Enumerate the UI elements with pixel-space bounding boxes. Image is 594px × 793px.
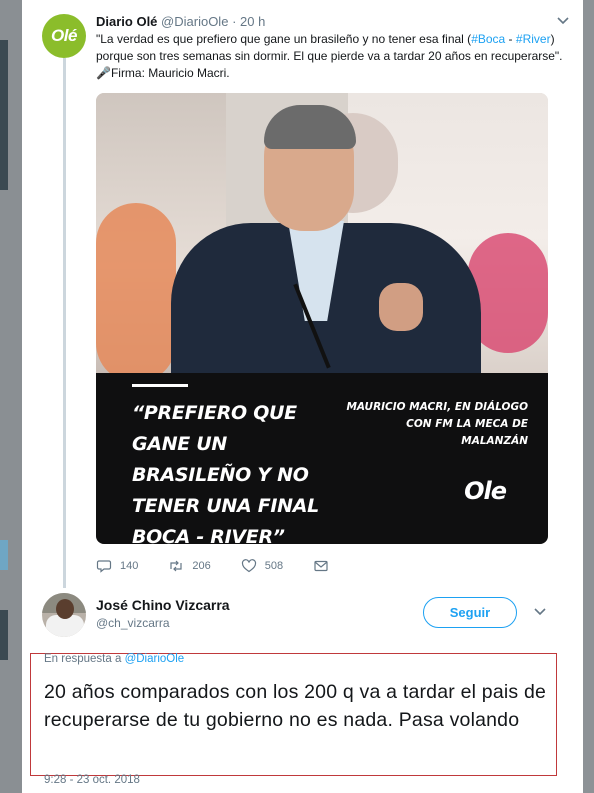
follow-button[interactable]: Seguir bbox=[423, 597, 517, 628]
tweet-actions: 140 206 508 bbox=[96, 557, 367, 575]
background-thumbnail bbox=[0, 610, 8, 660]
tweet-timestamp[interactable]: 9:28 - 23 oct. 2018 bbox=[44, 774, 140, 786]
avatar[interactable] bbox=[42, 593, 86, 637]
author-handle[interactable]: @ch_vizcarra bbox=[96, 616, 170, 630]
author-handle[interactable]: @DiarioOle bbox=[161, 14, 228, 29]
reply-count: 140 bbox=[120, 560, 139, 572]
image-credit: MAURICIO MACRI, EN DIÁLOGO CON FM LA MEC… bbox=[346, 401, 528, 447]
separator: · bbox=[232, 14, 237, 29]
tweet-modal: Olé Diario Olé @DiarioOle · 20 h "La ver… bbox=[22, 0, 583, 793]
tweet-header: Diario Olé @DiarioOle · 20 h bbox=[96, 14, 265, 29]
like-count: 508 bbox=[264, 560, 284, 572]
retweet-count: 206 bbox=[192, 560, 211, 572]
in-reply-prefix: En respuesta a bbox=[44, 653, 125, 665]
in-reply-handle-link[interactable]: @DiarioOle bbox=[125, 653, 185, 665]
ole-logo: Ole bbox=[464, 477, 507, 505]
hashtag-link[interactable]: #Boca bbox=[471, 32, 505, 46]
author-name[interactable]: Diario Olé bbox=[96, 14, 157, 29]
reply-icon bbox=[96, 560, 112, 573]
like-button[interactable]: 508 bbox=[241, 558, 283, 574]
quote-divider bbox=[132, 384, 188, 387]
hashtag-link[interactable]: #River bbox=[516, 32, 551, 46]
retweet-icon bbox=[170, 560, 182, 572]
in-reply-to: En respuesta a @DiarioOle bbox=[44, 653, 184, 665]
background-thumbnail bbox=[0, 540, 8, 570]
avatar-photo bbox=[56, 599, 74, 619]
tweet-text: "La verdad es que prefiero que gane un b… bbox=[96, 31, 566, 82]
heart-icon bbox=[241, 559, 256, 573]
chevron-down-icon[interactable] bbox=[534, 605, 546, 619]
tweet-time[interactable]: 20 h bbox=[240, 14, 265, 29]
reply-button[interactable]: 140 bbox=[96, 558, 138, 574]
avatar[interactable]: Olé bbox=[42, 14, 86, 58]
chevron-down-icon[interactable] bbox=[557, 14, 569, 28]
original-tweet[interactable]: Olé Diario Olé @DiarioOle · 20 h "La ver… bbox=[22, 0, 583, 590]
thread-line bbox=[63, 58, 66, 588]
background-thumbnail bbox=[0, 40, 8, 190]
reply-text: 20 años comparados con los 200 q va a ta… bbox=[44, 681, 547, 731]
photo-person-hair bbox=[264, 105, 356, 149]
retweet-button[interactable]: 206 bbox=[168, 558, 211, 574]
direct-message-button[interactable] bbox=[313, 558, 337, 574]
photo-person-hand bbox=[379, 283, 423, 331]
image-quote: “PREFIERO QUE GANE UN BRASILEÑO Y NO TEN… bbox=[132, 402, 319, 544]
avatar-logo-text: Olé bbox=[51, 26, 77, 45]
envelope-icon bbox=[314, 560, 328, 572]
tweet-text-part: "La verdad es que prefiero que gane un b… bbox=[96, 32, 472, 46]
photo-decoration bbox=[96, 203, 176, 383]
tweet-image[interactable]: “PREFIERO QUE GANE UN BRASILEÑO Y NO TEN… bbox=[96, 93, 548, 544]
background-page-left bbox=[0, 0, 22, 793]
tweet-text-part: - bbox=[505, 32, 516, 46]
author-name[interactable]: José Chino Vizcarra bbox=[96, 597, 230, 613]
